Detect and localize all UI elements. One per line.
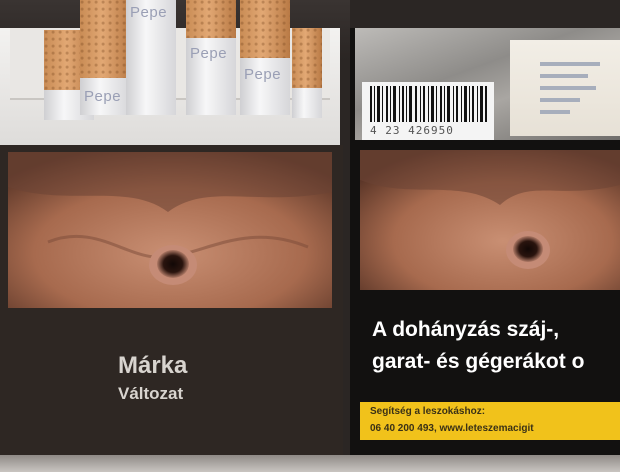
cigarette-imprint: Pepe	[84, 88, 122, 105]
cigarette-imprint: Pepe	[130, 4, 168, 21]
shelf-surface	[0, 455, 620, 472]
health-warning-photo	[360, 150, 620, 290]
cigarette-imprint: Pepe	[244, 66, 282, 83]
help-contact: 06 40 200 493, www.leteszemacigit	[370, 423, 534, 434]
left-cigarette-pack: Pepe Pepe Pepe Pepe Márka Változat	[0, 0, 345, 462]
health-warning-text: garat- és gégerákot o	[372, 350, 585, 373]
variant-name: Változat	[118, 384, 184, 403]
health-warning-text: A dohányzás száj-,	[372, 318, 560, 341]
health-warning-photo	[8, 152, 332, 308]
tax-stamp	[510, 40, 620, 136]
cigarette	[292, 28, 322, 118]
cigarette: Pepe	[240, 0, 290, 115]
barcode-number: 4 23 426950	[370, 124, 454, 137]
cigarette: Pepe	[186, 0, 236, 115]
cigarette-packs-photo: Pepe Pepe Pepe Pepe Márka Változat 4 23 …	[0, 0, 620, 472]
right-cigarette-pack: 4 23 426950 A dohányzás száj-, garat- és…	[350, 0, 620, 462]
brand-name: Márka	[118, 352, 188, 379]
quit-help-banner: Segítség a leszokáshoz: 06 40 200 493, w…	[360, 402, 620, 440]
help-text: Segítség a leszokáshoz:	[370, 406, 486, 417]
barcode: 4 23 426950	[362, 82, 494, 140]
cigarette: Pepe	[126, 0, 176, 115]
cigarette: Pepe	[80, 0, 130, 115]
cigarette-imprint: Pepe	[190, 45, 228, 62]
